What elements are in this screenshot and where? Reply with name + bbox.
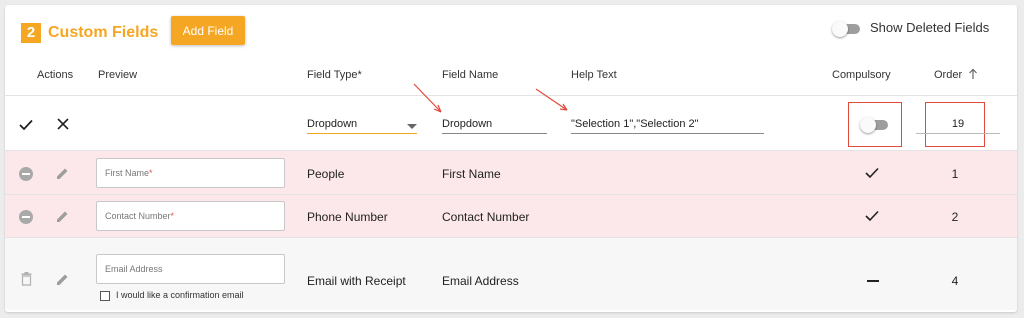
table-row: First Name* People First Name 1 bbox=[5, 150, 1017, 194]
preview-contact-number-input: Contact Number* bbox=[96, 201, 285, 231]
preview-label: First Name bbox=[105, 168, 150, 178]
required-mark: * bbox=[170, 211, 175, 221]
checkmark-icon bbox=[865, 167, 879, 179]
pencil-icon[interactable] bbox=[55, 209, 70, 224]
remove-circle-icon[interactable] bbox=[19, 167, 33, 181]
confirmation-email-label: I would like a confirmation email bbox=[116, 290, 244, 300]
field-type-cell: People bbox=[307, 167, 345, 181]
checkmark-icon bbox=[865, 210, 879, 222]
field-name-cell: Email Address bbox=[442, 274, 519, 288]
table-row: Email Address I would like a confirmatio… bbox=[5, 237, 1017, 310]
preview-email-address-input: Email Address bbox=[96, 254, 285, 284]
preview-first-name-input: First Name* bbox=[96, 158, 285, 188]
field-type-cell: Email with Receipt bbox=[307, 274, 406, 288]
order-cell: 2 bbox=[951, 210, 959, 224]
confirmation-email-checkbox bbox=[100, 291, 110, 301]
custom-fields-card: 2 Custom Fields Add Field Show Deleted F… bbox=[5, 5, 1017, 312]
table-row: Contact Number* Phone Number Contact Num… bbox=[5, 194, 1017, 237]
pencil-icon[interactable] bbox=[55, 166, 70, 181]
pencil-icon[interactable] bbox=[55, 272, 70, 287]
dash-icon bbox=[867, 280, 879, 282]
order-cell: 1 bbox=[951, 167, 959, 181]
field-name-cell: Contact Number bbox=[442, 210, 530, 224]
preview-label: Contact Number bbox=[105, 211, 171, 221]
remove-circle-icon[interactable] bbox=[19, 210, 33, 224]
preview-label: Email Address bbox=[105, 264, 163, 274]
trash-icon[interactable] bbox=[21, 272, 32, 286]
order-cell: 4 bbox=[951, 274, 959, 288]
required-mark: * bbox=[149, 168, 153, 178]
field-type-cell: Phone Number bbox=[307, 210, 388, 224]
field-name-cell: First Name bbox=[442, 167, 501, 181]
